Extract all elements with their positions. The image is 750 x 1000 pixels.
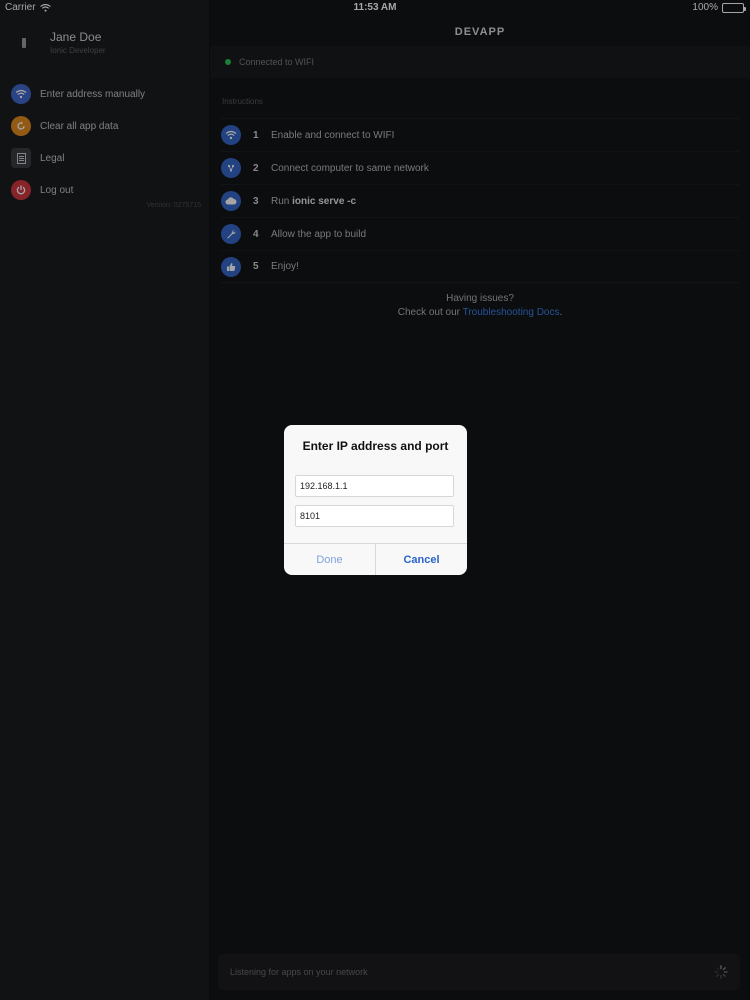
- dialog-actions: Done Cancel: [284, 543, 467, 575]
- cancel-button[interactable]: Cancel: [376, 544, 467, 575]
- ip-address-input[interactable]: [295, 475, 454, 497]
- port-input[interactable]: [295, 505, 454, 527]
- ip-address-dialog: Enter IP address and port Done Cancel: [284, 425, 467, 575]
- done-button[interactable]: Done: [284, 544, 376, 575]
- dialog-title: Enter IP address and port: [302, 439, 449, 453]
